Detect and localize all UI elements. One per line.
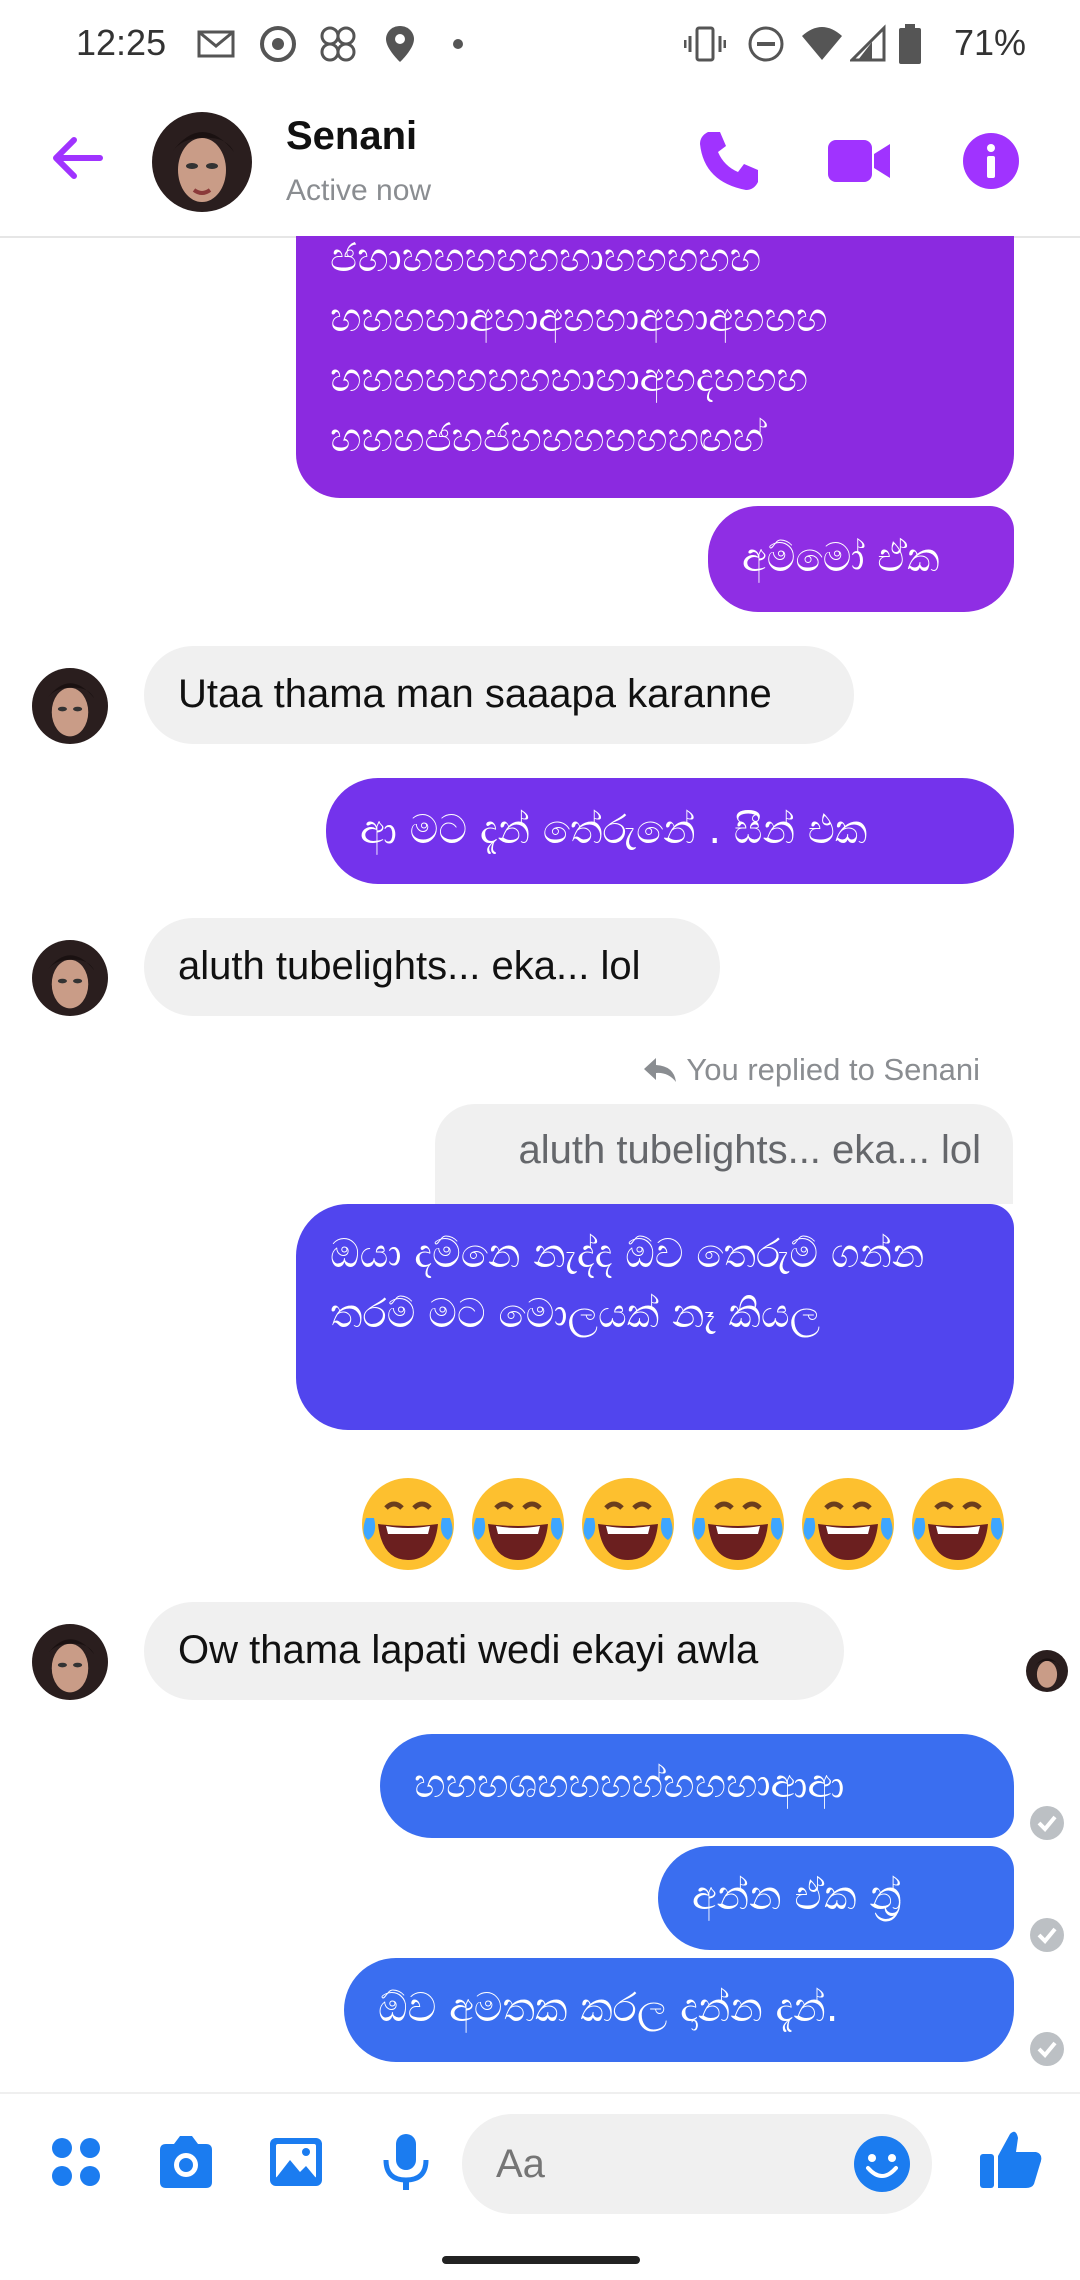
laughing-tears-emoji-icon: [912, 1478, 1004, 1570]
contact-name[interactable]: Senani: [286, 114, 417, 159]
status-bar: 12:25 71%: [0, 0, 1080, 90]
thumbs-up-icon[interactable]: [976, 2124, 1046, 2194]
contact-mini-avatar[interactable]: [32, 668, 108, 744]
signal-icon: [850, 24, 886, 62]
home-indicator[interactable]: [442, 2256, 640, 2264]
message-bubble-in[interactable]: Utaa thama man saaapa karanne: [144, 646, 854, 744]
message-bubble-in[interactable]: aluth tubelights... eka... lol: [144, 918, 720, 1016]
laughing-tears-emoji-icon: [802, 1478, 894, 1570]
wifi-icon: [802, 27, 842, 60]
microphone-icon[interactable]: [374, 2130, 438, 2194]
info-icon[interactable]: [956, 126, 1026, 196]
quoted-text: aluth tubelights... eka... lol: [518, 1128, 982, 1172]
dot-icon: [453, 39, 463, 49]
battery-icon: [899, 24, 921, 64]
contact-mini-avatar[interactable]: [32, 1624, 108, 1700]
quoted-message[interactable]: aluth tubelights... eka... lol: [435, 1104, 1013, 1204]
message-text: ආ මට දැන් තේරුනේ . සීන් එක: [360, 807, 868, 853]
apps-grid-icon[interactable]: [44, 2130, 108, 2194]
laughing-tears-emoji-icon: [472, 1478, 564, 1570]
reply-arrow-icon: [644, 1058, 677, 1082]
active-status: Active now: [286, 174, 432, 207]
camera-icon[interactable]: [154, 2130, 218, 2194]
contact-avatar[interactable]: [152, 112, 252, 212]
reply-indicator: You replied to Senani: [642, 1052, 980, 1088]
gmail-icon: [197, 30, 235, 58]
conversation-header: Senani Active now: [0, 90, 1080, 238]
message-bubble-out[interactable]: ජහාහහහහහහාහහහහහ හහහහාඅහාඅහහාඅහාඅහහහ හහහහ…: [296, 236, 1014, 498]
message-text: අන්න ඒක න්‍ර්‍ර්: [692, 1873, 902, 1919]
message-text: ජහාහහහහහහාහහහහහ හහහහාඅහාඅහහාඅහාඅහහහ හහහහ…: [330, 236, 828, 461]
message-bubble-in[interactable]: Ow thama lapati wedi ekayi awla: [144, 1602, 844, 1700]
status-time: 12:25: [76, 22, 167, 63]
location-icon: [386, 26, 414, 62]
delivered-check-icon: [1030, 1918, 1064, 1952]
laughing-tears-emoji-icon: [692, 1478, 784, 1570]
dnd-icon: [748, 26, 784, 62]
app-icon: [320, 26, 356, 62]
chrome-icon: [260, 26, 296, 62]
message-bubble-out[interactable]: හහහශහහහහ්හහහාආආ: [380, 1734, 1014, 1838]
message-bubble-out[interactable]: ඕව අමතක කරල දාන්න දැන්.: [344, 1958, 1014, 2062]
message-bubble-out[interactable]: ඔයා දම්නෙ නැද්ද ඕව තෙරුම් ගන්න තරම් මට ම…: [296, 1204, 1014, 1430]
phone-call-icon[interactable]: [694, 126, 764, 196]
emoji-picker-icon[interactable]: [852, 2134, 912, 2194]
gallery-icon[interactable]: [264, 2130, 328, 2194]
message-text: අම්මෝ ඒක: [742, 535, 940, 581]
message-text: aluth tubelights... eka... lol: [178, 944, 641, 988]
back-arrow-icon[interactable]: [44, 126, 108, 190]
seen-avatar: [1026, 1650, 1068, 1692]
reply-label-text: You replied to Senani: [686, 1052, 980, 1087]
contact-mini-avatar[interactable]: [32, 940, 108, 1016]
vibrate-icon: [684, 26, 726, 62]
message-text: Ow thama lapati wedi ekayi awla: [178, 1628, 759, 1672]
message-bubble-out[interactable]: අන්න ඒක න්‍ර්‍ර්: [658, 1846, 1014, 1950]
message-bubble-out[interactable]: ආ මට දැන් තේරුනේ . සීන් එක: [326, 778, 1014, 884]
laughing-tears-emoji-icon: [582, 1478, 674, 1570]
delivered-check-icon: [1030, 2032, 1064, 2066]
message-text: ඕව අමතක කරල දාන්න දැන්.: [378, 1985, 839, 2031]
video-call-icon[interactable]: [824, 126, 894, 196]
delivered-check-icon: [1030, 1806, 1064, 1840]
laughing-tears-emoji-icon: [362, 1478, 454, 1570]
battery-percent: 71%: [953, 22, 1026, 63]
message-bubble-out[interactable]: අම්මෝ ඒක: [708, 506, 1014, 612]
message-text: Utaa thama man saaapa karanne: [178, 672, 772, 716]
message-text: ඔයා දම්නෙ නැද්ද ඕව තෙරුම් ගන්න තරම් මට ම…: [330, 1231, 925, 1337]
message-text: හහහශහහහහ්හහහාආආ: [414, 1761, 845, 1807]
